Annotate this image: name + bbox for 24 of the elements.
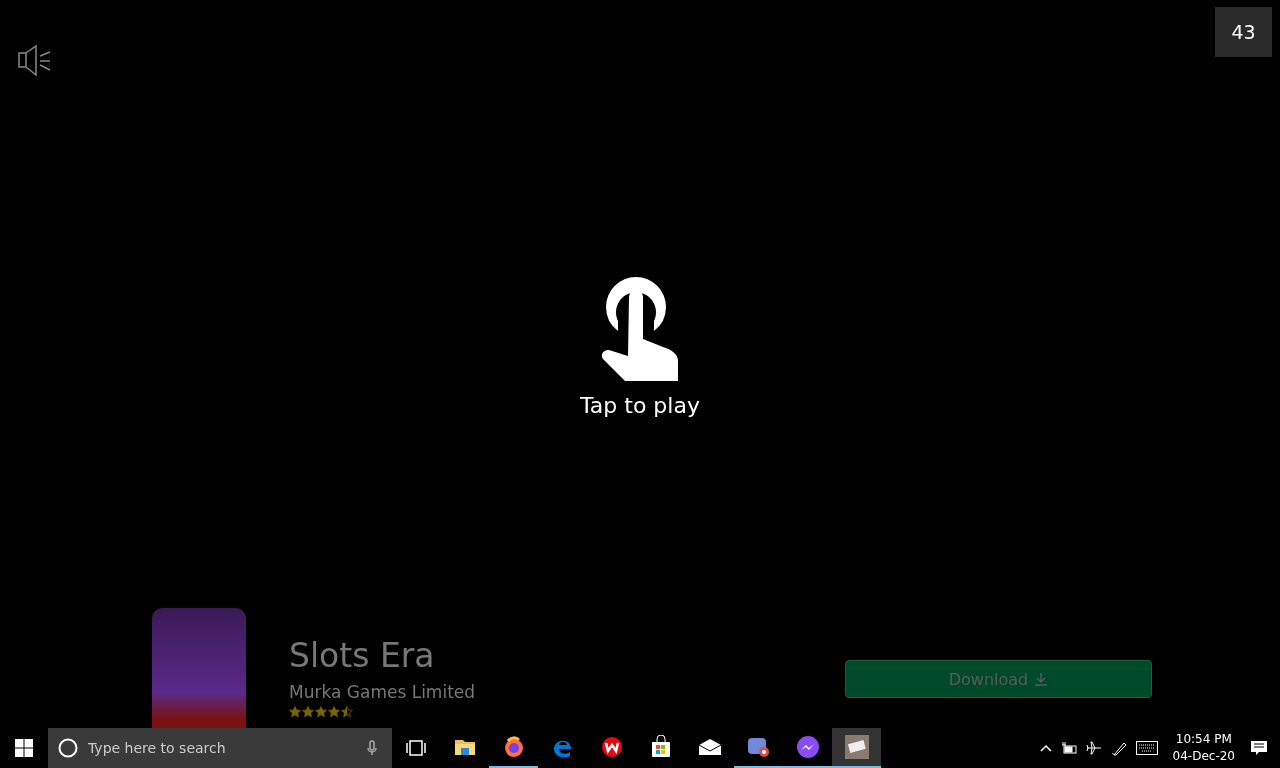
tap-to-play-label[interactable]: Tap to play <box>580 393 700 418</box>
keyboard-icon[interactable] <box>1135 741 1158 755</box>
windows-logo-icon[interactable] <box>15 739 33 757</box>
search-field[interactable]: Type here to search <box>48 728 392 768</box>
task-view-icon[interactable] <box>405 740 427 756</box>
battery-icon[interactable] <box>1060 742 1077 754</box>
w-letter-icon <box>599 735 624 759</box>
microphone-icon[interactable] <box>367 740 377 756</box>
chevron-up-icon[interactable] <box>1039 744 1052 752</box>
app-thumbnail-icon <box>844 735 869 759</box>
notification-icon[interactable] <box>1250 740 1268 756</box>
lightning-bubble-icon <box>795 735 820 759</box>
time-label: 10:54 PM <box>1175 731 1232 748</box>
speaker-icon[interactable] <box>18 43 52 77</box>
pen-icon[interactable] <box>1110 740 1127 756</box>
date-label: 04-Dec-20 <box>1172 748 1235 765</box>
taskbar-app[interactable] <box>832 728 881 768</box>
ad-app-title: Slots Era <box>289 636 436 676</box>
ad-publisher: Murka Games Limited <box>289 682 476 702</box>
download-icon <box>1034 672 1049 686</box>
countdown-timer: 43 <box>1215 7 1272 57</box>
chat-app-icon <box>746 735 771 759</box>
tap-hand-icon <box>601 277 679 383</box>
clock[interactable]: 10:54 PM 04-Dec-20 <box>1172 731 1235 765</box>
